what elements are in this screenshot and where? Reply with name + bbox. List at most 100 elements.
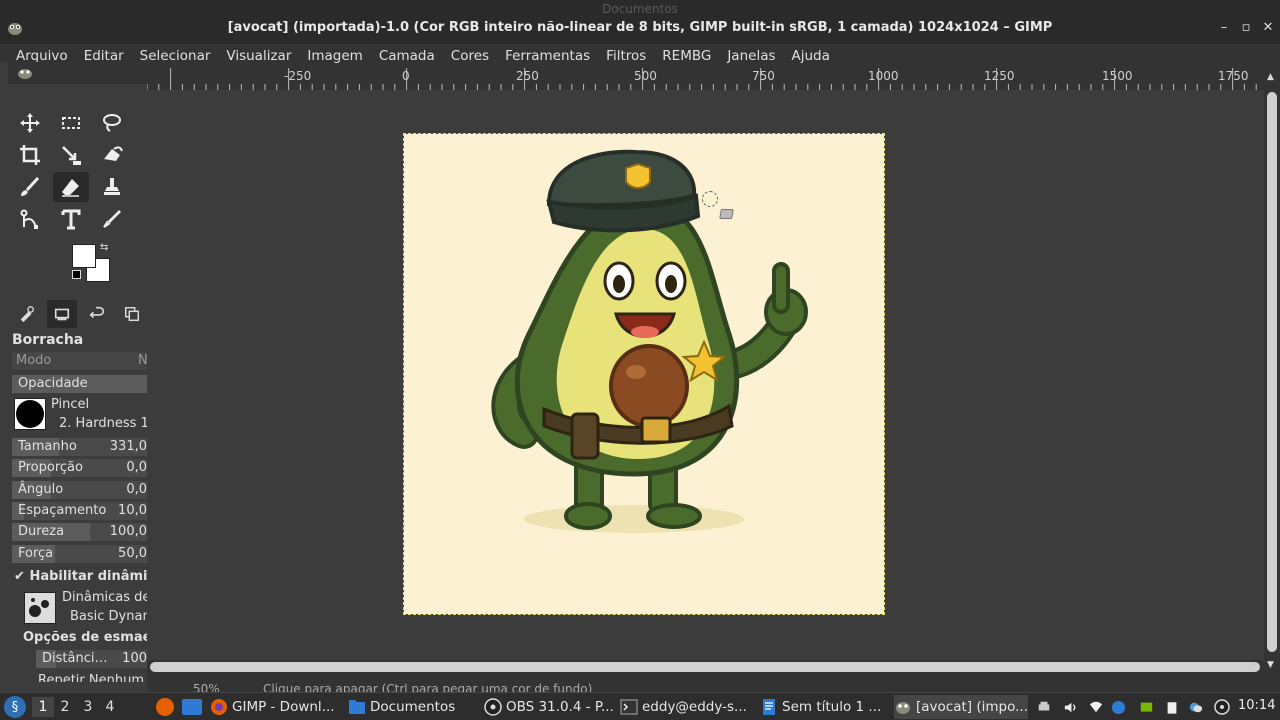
dynamics-toggle[interactable]: ✔ Habilitar dinâmic <box>14 569 147 584</box>
taskbar-button[interactable]: GIMP - Downl... <box>210 695 340 719</box>
menu-visualizar[interactable]: Visualizar <box>218 44 299 68</box>
menu-ajuda[interactable]: Ajuda <box>784 44 838 68</box>
volume-icon[interactable] <box>1060 697 1080 717</box>
dynamics-preview-icon[interactable] <box>24 592 56 624</box>
slider-label: Dureza <box>18 524 65 540</box>
taskbar-button-label: GIMP - Downl... <box>232 699 335 715</box>
clock[interactable]: 10:14 <box>1238 698 1275 713</box>
paintbrush-tool-icon[interactable] <box>12 172 48 202</box>
taskbar-button[interactable]: OBS 31.0.4 - P... <box>484 695 614 719</box>
weather-icon[interactable] <box>1186 697 1206 717</box>
dynamics-value[interactable]: Basic Dynam <box>70 609 147 624</box>
mode-label: Modo <box>16 353 52 368</box>
clipboard-icon[interactable] <box>1162 697 1182 717</box>
slider-label: Espaçamento <box>18 502 107 518</box>
taskbar-button[interactable]: Sem título 1 ... <box>760 695 890 719</box>
opacity-slider[interactable]: Opacidade <box>12 375 147 393</box>
checkbox-checked-icon[interactable]: ✔ <box>14 569 25 584</box>
minimize-button[interactable]: – <box>1216 20 1232 36</box>
scroll-down-arrow-icon[interactable]: ▼ <box>1267 660 1274 670</box>
default-colors-icon[interactable] <box>72 270 81 279</box>
maximize-button[interactable]: ▫ <box>1238 20 1254 36</box>
slider-ângulo[interactable]: Ângulo 0,0 <box>12 480 147 499</box>
obs-tray-icon[interactable] <box>1212 697 1232 717</box>
dynamics-toggle-label: Habilitar dinâmic <box>29 569 147 584</box>
tab-images[interactable] <box>117 300 147 328</box>
network-icon[interactable] <box>1086 697 1106 717</box>
nvidia-icon[interactable] <box>1136 697 1156 717</box>
foreground-color-top[interactable] <box>72 244 96 268</box>
color-picker-tool-icon[interactable] <box>94 204 130 234</box>
menu-janelas[interactable]: Janelas <box>719 44 783 68</box>
tray-printer-icon[interactable] <box>1034 697 1054 717</box>
fade-options-label[interactable]: Opções de esmaec <box>23 630 147 645</box>
paths-tool-icon[interactable] <box>12 204 48 234</box>
repeat-label[interactable]: Repetir Nenhum <box>38 673 144 682</box>
toolbox-header <box>8 62 147 84</box>
files-launcher-icon[interactable] <box>182 699 202 715</box>
rect-select-tool-icon[interactable] <box>53 108 89 138</box>
menu-bar: Arquivo Editar Selecionar Visualizar Imagem C… <box>0 44 1280 68</box>
toolbox-panel: ⇆ Borracha Modo N Opacidade Pincel 2. Ha… <box>0 62 147 682</box>
slider-espaçamento[interactable]: Espaçamento 10,0 <box>12 501 147 520</box>
taskbar-button-label: Documentos <box>370 699 456 715</box>
taskbar-button[interactable]: [avocat] (impo... <box>894 695 1028 719</box>
menu-camada[interactable]: Camada <box>371 44 443 68</box>
dynamics-label: Dinâmicas de <box>62 590 147 605</box>
start-menu-icon[interactable]: § <box>4 696 26 718</box>
brush-preview[interactable] <box>14 398 46 430</box>
lasso-tool-icon[interactable] <box>94 108 130 138</box>
slider-proporção[interactable]: Proporção 0,0 <box>12 459 147 478</box>
slider-dureza[interactable]: Dureza 100,0 <box>12 523 147 542</box>
writer-icon <box>760 698 778 716</box>
slider-value: 50,0 <box>118 545 147 561</box>
ruler-ticks <box>147 68 1257 90</box>
distance-slider[interactable]: Distânci… 100 <box>36 650 147 668</box>
opacity-label: Opacidade <box>18 376 88 391</box>
bucket-tool-icon[interactable] <box>94 140 130 170</box>
horizontal-scrollbar-thumb[interactable] <box>150 662 1260 672</box>
menu-ferramentas[interactable]: Ferramentas <box>497 44 598 68</box>
mode-select[interactable]: Modo N <box>12 352 147 370</box>
menu-filtros[interactable]: Filtros <box>598 44 654 68</box>
workspace-4[interactable]: 4 <box>99 697 121 717</box>
tab-undo-history[interactable] <box>82 300 112 328</box>
swap-colors-icon[interactable]: ⇆ <box>100 242 108 253</box>
image-canvas[interactable] <box>403 133 885 615</box>
police-avocado-illustration <box>491 149 808 533</box>
vertical-scrollbar-thumb[interactable] <box>1267 92 1277 652</box>
scroll-up-arrow-icon[interactable]: ▲ <box>1267 72 1274 82</box>
taskbar-button[interactable]: Documentos <box>348 695 476 719</box>
taskbar-button[interactable]: eddy@eddy-s... <box>620 695 750 719</box>
workspace-3[interactable]: 3 <box>77 697 99 717</box>
eraser-tool-icon[interactable] <box>53 172 89 202</box>
bluetooth-icon[interactable] <box>1108 697 1128 717</box>
text-tool-icon[interactable] <box>53 204 89 234</box>
close-button[interactable]: ✕ <box>1260 20 1276 36</box>
move-tool-icon[interactable] <box>12 108 48 138</box>
tab-tool-presets[interactable] <box>12 300 42 328</box>
horizontal-ruler[interactable]: -500-25002505007501000125015001750 <box>147 68 1264 90</box>
taskbar-button-label: OBS 31.0.4 - P... <box>506 699 614 715</box>
workspace-2[interactable]: 2 <box>54 697 76 717</box>
clone-tool-icon[interactable] <box>94 172 130 202</box>
slider-força[interactable]: Força 50,0 <box>12 544 147 563</box>
brush-name[interactable]: 2. Hardness 10 <box>59 416 147 431</box>
slider-label: Força <box>18 545 54 561</box>
slider-label: Ângulo <box>18 481 64 497</box>
menu-cores[interactable]: Cores <box>443 44 497 68</box>
firefox-launcher-icon[interactable] <box>156 698 174 716</box>
terminal-icon <box>620 698 638 716</box>
slider-label: Proporção <box>18 460 83 476</box>
crop-tool-icon[interactable] <box>12 140 48 170</box>
tab-tool-options[interactable] <box>47 300 77 328</box>
workspace-1[interactable]: 1 <box>32 697 54 717</box>
gimp-wilber-icon <box>18 69 32 79</box>
taskbar-button-label: [avocat] (impo... <box>916 699 1028 715</box>
firefox-icon <box>210 698 228 716</box>
slider-value: 100,0 <box>109 524 147 540</box>
menu-imagem[interactable]: Imagem <box>299 44 370 68</box>
slider-tamanho[interactable]: Tamanho 331,0 <box>12 438 147 456</box>
menu-rembg[interactable]: REMBG <box>654 44 719 68</box>
scale-tool-icon[interactable] <box>53 140 89 170</box>
